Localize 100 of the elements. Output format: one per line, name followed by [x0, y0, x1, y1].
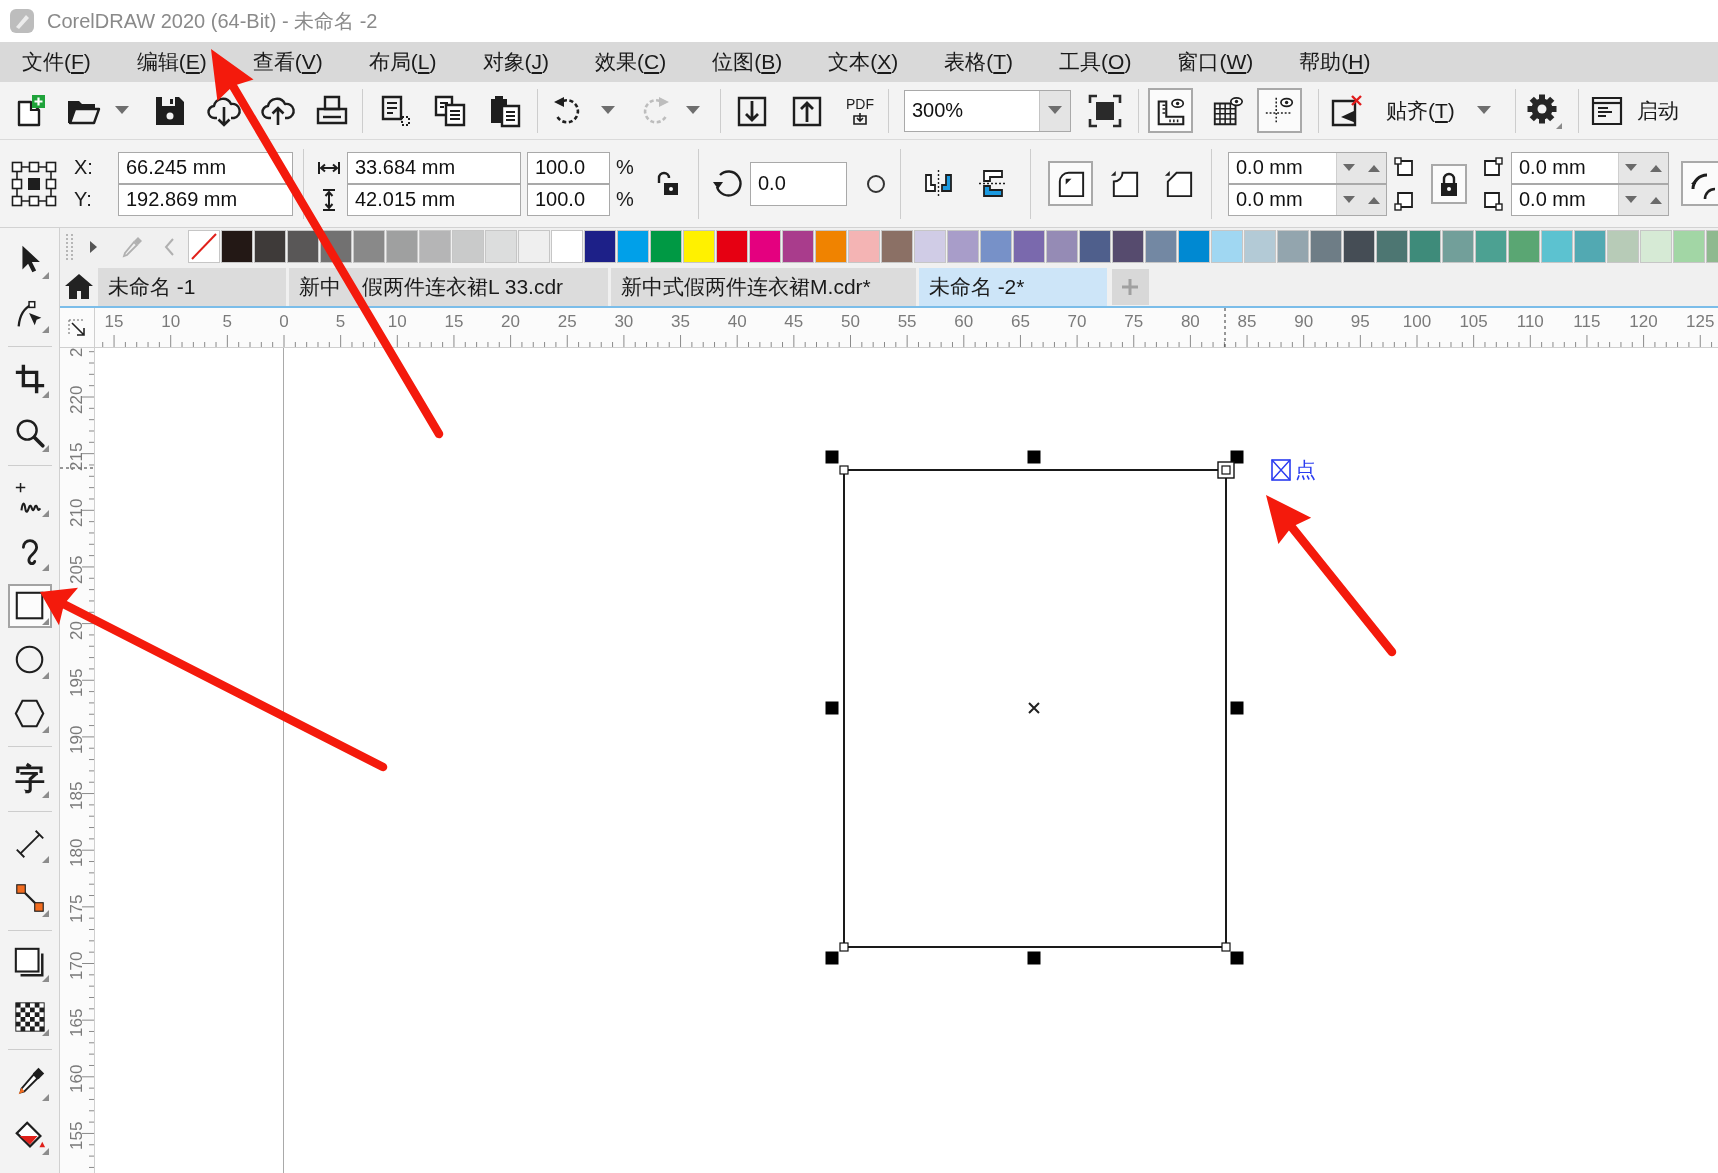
spin-up-icon[interactable] [1367, 163, 1380, 172]
color-swatch[interactable] [1046, 230, 1078, 263]
color-swatch[interactable] [353, 230, 385, 263]
color-swatch[interactable] [881, 230, 913, 263]
color-swatch[interactable] [815, 230, 847, 263]
menu-item[interactable]: 工具(O) [1059, 48, 1132, 76]
menu-item[interactable]: 表格(T) [944, 48, 1014, 76]
lock-open-icon[interactable] [655, 169, 679, 198]
corner-radius-field[interactable]: 0.0 mm [1511, 183, 1669, 216]
color-swatch[interactable] [1442, 230, 1474, 263]
scale-field[interactable]: 100.0 [527, 183, 610, 216]
corner-radius-field[interactable]: 0.0 mm [1228, 183, 1387, 216]
zoom-level-field[interactable]: 300% [904, 89, 1071, 132]
color-swatch[interactable] [551, 230, 583, 263]
color-swatch[interactable] [221, 230, 253, 263]
arc-toggle[interactable] [1681, 161, 1718, 206]
selection-handle[interactable] [1027, 951, 1041, 965]
full-screen-icon[interactable] [1087, 92, 1123, 129]
corner-node[interactable] [839, 942, 849, 952]
color-swatch[interactable] [1310, 230, 1342, 263]
color-swatch[interactable] [1013, 230, 1045, 263]
spin-down-icon[interactable] [1625, 163, 1638, 172]
document-tab[interactable]: 新中 假两件连衣裙L 33.cdr [289, 268, 609, 306]
color-swatch[interactable] [1178, 230, 1210, 263]
corner-node[interactable] [839, 465, 849, 475]
menu-item[interactable]: 对象(J) [482, 48, 550, 76]
color-swatch[interactable] [1145, 230, 1177, 263]
menu-item[interactable]: 布局(L) [368, 48, 437, 76]
color-swatch[interactable] [1541, 230, 1573, 263]
color-swatch[interactable] [914, 230, 946, 263]
color-swatch[interactable] [716, 230, 748, 263]
color-swatch[interactable] [1508, 230, 1540, 263]
spin-up-icon[interactable] [1367, 195, 1380, 204]
menu-item[interactable]: 文本(X) [828, 48, 899, 76]
color-swatch[interactable] [419, 230, 451, 263]
dropdown-caret-icon[interactable] [1048, 106, 1062, 115]
document-tab[interactable]: 未命名 -1 [98, 268, 286, 306]
color-swatch[interactable] [980, 230, 1012, 263]
color-swatch[interactable] [485, 230, 517, 263]
document-tab[interactable]: 新中式假两件连衣裙M.cdr* [611, 268, 916, 306]
color-swatch[interactable] [1409, 230, 1441, 263]
menu-item[interactable]: 窗口(W) [1177, 48, 1254, 76]
corner-radius-field[interactable]: 0.0 mm [1511, 151, 1669, 184]
menu-item[interactable]: 帮助(H) [1299, 48, 1371, 76]
selection-handle[interactable] [1230, 450, 1244, 464]
color-swatch[interactable] [1574, 230, 1606, 263]
spin-down-icon[interactable] [1343, 195, 1356, 204]
color-swatch[interactable] [782, 230, 814, 263]
menu-item[interactable]: 位图(B) [712, 48, 783, 76]
launch-button[interactable]: 启动 [1588, 92, 1679, 129]
color-swatch[interactable] [584, 230, 616, 263]
spin-up-icon[interactable] [1649, 163, 1662, 172]
selection-handle[interactable] [825, 701, 839, 715]
menu-item[interactable]: 文件(F) [22, 48, 91, 76]
document-tab[interactable]: 未命名 -2* [918, 268, 1107, 306]
spin-down-icon[interactable] [1625, 195, 1638, 204]
selection-handle[interactable] [1230, 701, 1244, 715]
round-corner-button[interactable] [1048, 161, 1093, 206]
color-swatch[interactable] [1343, 230, 1375, 263]
color-swatch[interactable] [749, 230, 781, 263]
caret-icon[interactable] [1476, 106, 1491, 115]
corner-node[interactable] [1221, 942, 1231, 952]
color-swatch[interactable] [947, 230, 979, 263]
width-field[interactable]: 33.684 mm [347, 151, 521, 184]
color-swatch[interactable] [683, 230, 715, 263]
snap-off-icon[interactable] [1329, 92, 1365, 129]
color-swatch[interactable] [386, 230, 418, 263]
color-swatch[interactable] [1211, 230, 1243, 263]
color-swatch[interactable] [1376, 230, 1408, 263]
color-swatch[interactable] [452, 230, 484, 263]
color-swatch[interactable] [1673, 230, 1705, 263]
scale-field[interactable]: 100.0 [527, 151, 610, 184]
height-field[interactable]: 42.015 mm [347, 183, 521, 216]
color-swatch[interactable] [287, 230, 319, 263]
caret-icon[interactable] [601, 106, 615, 115]
caret-icon[interactable] [115, 106, 129, 115]
y-position-field[interactable]: 192.869 mm [118, 183, 293, 216]
ring-icon[interactable] [866, 173, 886, 194]
grip-icon[interactable] [65, 232, 75, 261]
publish-pdf-button[interactable]: PDF [840, 96, 880, 125]
color-swatch[interactable] [1244, 230, 1276, 263]
color-swatch[interactable] [617, 230, 649, 263]
color-swatch[interactable] [1607, 230, 1639, 263]
rulers-toggle[interactable] [1148, 88, 1193, 133]
color-swatch[interactable] [1475, 230, 1507, 263]
menu-item[interactable]: 查看(V) [252, 48, 323, 76]
no-color-swatch[interactable] [188, 230, 220, 263]
color-swatch[interactable] [518, 230, 550, 263]
color-swatch[interactable] [1112, 230, 1144, 263]
spin-up-icon[interactable] [1649, 195, 1662, 204]
menu-item[interactable]: 编辑(E) [136, 48, 207, 76]
x-position-field[interactable]: 66.245 mm [118, 151, 293, 184]
color-swatch[interactable] [848, 230, 880, 263]
corner-radius-field[interactable]: 0.0 mm [1228, 151, 1387, 184]
guidelines-toggle[interactable] [1257, 88, 1302, 133]
spin-down-icon[interactable] [1343, 163, 1356, 172]
ruler-origin-icon[interactable] [66, 316, 88, 339]
corner-node[interactable] [1217, 461, 1235, 479]
selection-handle[interactable] [1027, 450, 1041, 464]
color-swatch[interactable] [1640, 230, 1672, 263]
